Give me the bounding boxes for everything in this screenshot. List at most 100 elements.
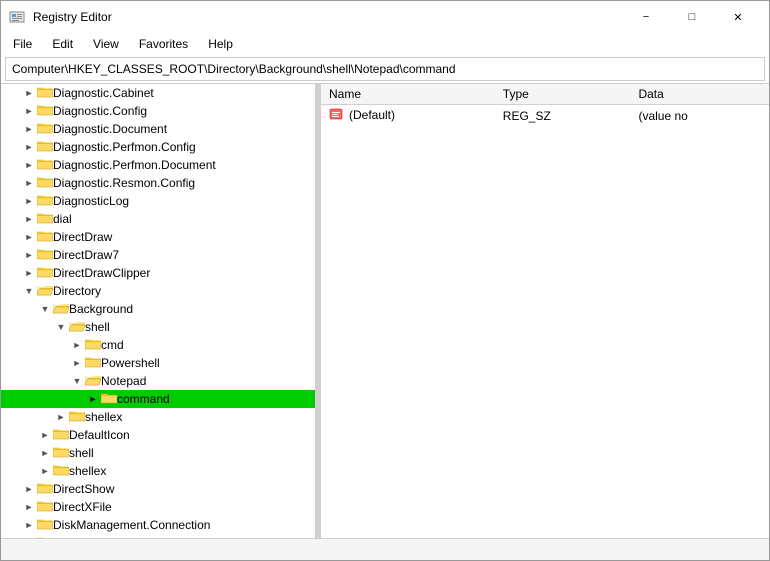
expand-btn-diagnostic-config[interactable]: ►	[21, 103, 37, 119]
tree-label-directdrawclipper: DirectDrawClipper	[53, 266, 150, 280]
col-type[interactable]: Type	[495, 84, 631, 104]
tree-label-diagnostic-cabinet: Diagnostic.Cabinet	[53, 86, 154, 100]
folder-icon	[37, 103, 53, 117]
tree-item-background[interactable]: ▼ Background	[1, 300, 315, 318]
folder-icon-diagnostic-resmon-config	[37, 175, 53, 192]
tree-item-directdrawclipper[interactable]: ► DirectDrawClipper	[1, 264, 315, 282]
col-name[interactable]: Name	[321, 84, 495, 104]
tree-item-diagnostic-resmon-config[interactable]: ► Diagnostic.Resmon.Config	[1, 174, 315, 192]
folder-icon	[37, 517, 53, 531]
folder-icon-shell	[69, 319, 85, 336]
folder-icon	[37, 139, 53, 153]
tree-item-directdraw[interactable]: ► DirectDraw	[1, 228, 315, 246]
tree-item-diagnosticlog[interactable]: ► DiagnosticLog	[1, 192, 315, 210]
folder-icon-directdraw	[37, 229, 53, 246]
tree-label-shellex: shellex	[85, 410, 122, 424]
table-row[interactable]: (Default) REG_SZ(value no	[321, 104, 769, 128]
tree-item-shell2[interactable]: ► shell	[1, 444, 315, 462]
expand-btn-diagnostic-resmon-config[interactable]: ►	[21, 175, 37, 191]
cell-name: (Default)	[321, 104, 495, 128]
expand-btn-directory[interactable]: ▼	[21, 283, 37, 299]
expand-btn-directdraw[interactable]: ►	[21, 229, 37, 245]
tree-item-command[interactable]: ► command	[1, 390, 315, 408]
tree-item-defaulticon[interactable]: ► DefaultIcon	[1, 426, 315, 444]
expand-btn-notepad[interactable]: ▼	[69, 373, 85, 389]
folder-icon	[37, 499, 53, 513]
tree-label-diagnostic-config: Diagnostic.Config	[53, 104, 147, 118]
breadcrumb-bar[interactable]: Computer\HKEY_CLASSES_ROOT\Directory\Bac…	[5, 57, 765, 81]
folder-icon	[37, 175, 53, 189]
tree-item-powershell[interactable]: ► Powershell	[1, 354, 315, 372]
expand-btn-shellex[interactable]: ►	[53, 409, 69, 425]
expand-btn-powershell[interactable]: ►	[69, 355, 85, 371]
tree-label-shellex2: shellex	[69, 464, 106, 478]
folder-icon	[37, 247, 53, 261]
folder-icon	[101, 391, 117, 405]
expand-btn-diagnostic-document[interactable]: ►	[21, 121, 37, 137]
tree-item-notepad[interactable]: ▼ Notepad	[1, 372, 315, 390]
expand-btn-directdrawclipper[interactable]: ►	[21, 265, 37, 281]
folder-icon-directory	[37, 283, 53, 300]
menu-file[interactable]: File	[5, 35, 40, 53]
folder-icon-command	[101, 391, 117, 408]
expand-btn-shellex2[interactable]: ►	[37, 463, 53, 479]
tree-item-diskmanagement-connection[interactable]: ► DiskManagement.Connection	[1, 516, 315, 534]
tree-item-diagnostic-perfmon-document[interactable]: ► Diagnostic.Perfmon.Document	[1, 156, 315, 174]
expand-btn-diagnostic-perfmon-document[interactable]: ►	[21, 157, 37, 173]
tree-item-directxfile[interactable]: ► DirectXFile	[1, 498, 315, 516]
menu-view[interactable]: View	[85, 35, 127, 53]
expand-btn-directshow[interactable]: ►	[21, 481, 37, 497]
close-button[interactable]: ✕	[715, 1, 761, 33]
tree-label-directshow: DirectShow	[53, 482, 114, 496]
maximize-button[interactable]: □	[669, 1, 715, 33]
open-folder-icon	[37, 283, 53, 297]
menu-bar: File Edit View Favorites Help	[1, 33, 769, 55]
tree-item-shell[interactable]: ▼ shell	[1, 318, 315, 336]
tree-item-shellex2[interactable]: ► shellex	[1, 462, 315, 480]
expand-btn-directdraw7[interactable]: ►	[21, 247, 37, 263]
tree-item-shellex[interactable]: ► shellex	[1, 408, 315, 426]
tree-label-shell2: shell	[69, 446, 94, 460]
folder-icon-diagnostic-perfmon-config	[37, 139, 53, 156]
expand-btn-diskmanagement-connection[interactable]: ►	[21, 517, 37, 533]
folder-icon-diagnostic-config	[37, 103, 53, 120]
tree-label-diagnostic-perfmon-config: Diagnostic.Perfmon.Config	[53, 140, 196, 154]
folder-icon	[37, 481, 53, 495]
tree-item-directdraw7[interactable]: ► DirectDraw7	[1, 246, 315, 264]
folder-icon	[37, 193, 53, 207]
col-data[interactable]: Data	[630, 84, 769, 104]
tree-item-diagnostic-perfmon-config[interactable]: ► Diagnostic.Perfmon.Config	[1, 138, 315, 156]
folder-icon-directshow	[37, 481, 53, 498]
tree-item-directory[interactable]: ▼ Directory	[1, 282, 315, 300]
expand-btn-diagnostic-perfmon-config[interactable]: ►	[21, 139, 37, 155]
title-bar: Registry Editor − □ ✕	[1, 1, 769, 33]
expand-btn-dial[interactable]: ►	[21, 211, 37, 227]
expand-btn-shell2[interactable]: ►	[37, 445, 53, 461]
app-icon	[9, 9, 25, 25]
tree-label-diagnostic-perfmon-document: Diagnostic.Perfmon.Document	[53, 158, 216, 172]
tree-item-directshow[interactable]: ► DirectShow	[1, 480, 315, 498]
expand-btn-shell[interactable]: ▼	[53, 319, 69, 335]
tree-item-cmd[interactable]: ► cmd	[1, 336, 315, 354]
menu-help[interactable]: Help	[200, 35, 241, 53]
folder-icon-shellex	[69, 409, 85, 426]
folder-icon	[85, 355, 101, 369]
minimize-button[interactable]: −	[623, 1, 669, 33]
folder-icon	[69, 409, 85, 423]
folder-icon-directdrawclipper	[37, 265, 53, 282]
menu-edit[interactable]: Edit	[44, 35, 81, 53]
menu-favorites[interactable]: Favorites	[131, 35, 196, 53]
expand-btn-diagnostic-cabinet[interactable]: ►	[21, 85, 37, 101]
expand-btn-directxfile[interactable]: ►	[21, 499, 37, 515]
tree-item-diagnostic-config[interactable]: ► Diagnostic.Config	[1, 102, 315, 120]
expand-btn-cmd[interactable]: ►	[69, 337, 85, 353]
expand-btn-command[interactable]: ►	[85, 391, 101, 407]
tree-panel[interactable]: ► Diagnostic.Cabinet► Diagnostic.Config►…	[1, 84, 316, 538]
expand-btn-defaulticon[interactable]: ►	[37, 427, 53, 443]
tree-item-diagnostic-cabinet[interactable]: ► Diagnostic.Cabinet	[1, 84, 315, 102]
tree-item-diagnostic-document[interactable]: ► Diagnostic.Document	[1, 120, 315, 138]
registry-values-panel[interactable]: Name Type Data (Default) REG_SZ(value no	[321, 84, 769, 538]
tree-item-dial[interactable]: ► dial	[1, 210, 315, 228]
expand-btn-background[interactable]: ▼	[37, 301, 53, 317]
expand-btn-diagnosticlog[interactable]: ►	[21, 193, 37, 209]
